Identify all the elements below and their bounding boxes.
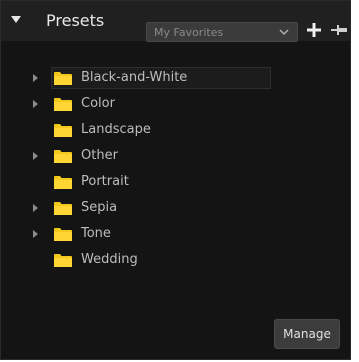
panel-header: Presets My Favorites — [1, 1, 350, 42]
folder-icon — [54, 72, 72, 85]
pin-icon[interactable] — [331, 23, 347, 37]
expand-triangle-icon[interactable] — [33, 100, 38, 108]
tree-row[interactable]: Tone — [1, 223, 350, 247]
tree-row[interactable]: Wedding — [1, 249, 350, 273]
folder-icon — [54, 124, 72, 137]
folder-label: Portrait — [81, 174, 129, 189]
add-preset-plus-icon[interactable] — [307, 23, 321, 37]
collapse-triangle-icon[interactable] — [11, 16, 21, 23]
folder-label: Black-and-White — [81, 70, 188, 85]
chevron-down-icon — [279, 29, 289, 36]
folder-icon — [54, 254, 72, 267]
folder-icon — [54, 202, 72, 215]
tree-row[interactable]: Landscape — [1, 119, 350, 143]
presets-panel: Presets My Favorites Black-and-White Colo… — [0, 0, 351, 360]
tree-row[interactable]: Color — [1, 93, 350, 117]
manage-button[interactable]: Manage — [274, 319, 340, 349]
folder-icon — [54, 150, 72, 163]
folder-icon — [54, 98, 72, 111]
panel-title: Presets — [46, 11, 105, 30]
folder-label: Landscape — [81, 122, 151, 137]
expand-triangle-icon[interactable] — [33, 204, 38, 212]
folder-label: Tone — [81, 226, 111, 241]
preset-group-dropdown[interactable]: My Favorites — [146, 22, 298, 42]
expand-triangle-icon[interactable] — [33, 230, 38, 238]
folder-label: Other — [81, 148, 118, 163]
tree-row[interactable]: Portrait — [1, 171, 350, 195]
expand-triangle-icon[interactable] — [33, 74, 38, 82]
folder-icon — [54, 228, 72, 241]
tree-row[interactable]: Black-and-White — [1, 67, 350, 91]
folder-label: Wedding — [81, 252, 138, 267]
tree-row[interactable]: Sepia — [1, 197, 350, 221]
folder-label: Sepia — [81, 200, 118, 215]
dropdown-selected-value: My Favorites — [154, 26, 224, 39]
expand-triangle-icon[interactable] — [33, 152, 38, 160]
folder-label: Color — [81, 96, 115, 111]
tree-row[interactable]: Other — [1, 145, 350, 169]
folder-icon — [54, 176, 72, 189]
